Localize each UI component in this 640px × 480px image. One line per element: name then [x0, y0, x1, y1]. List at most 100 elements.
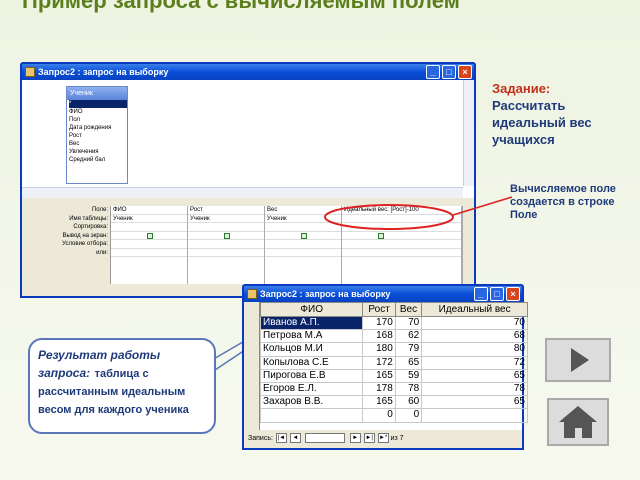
- grid-cell[interactable]: [111, 223, 187, 232]
- table-cell[interactable]: 0: [362, 408, 396, 423]
- table-cell[interactable]: Пирогова Е.В: [259, 368, 364, 383]
- prev-record-button[interactable]: ◄: [289, 433, 301, 444]
- next-slide-button[interactable]: [545, 338, 611, 382]
- home-button[interactable]: [547, 398, 609, 446]
- field-list-item[interactable]: *: [69, 100, 127, 108]
- grid-cell[interactable]: [342, 223, 461, 232]
- table-cell[interactable]: 65: [421, 395, 528, 410]
- close-button-2[interactable]: ×: [506, 287, 520, 301]
- table-cell[interactable]: 165: [362, 368, 396, 383]
- table-cell[interactable]: 180: [362, 342, 396, 357]
- show-checkbox-cell[interactable]: [111, 232, 187, 240]
- table-row[interactable]: Кольцов М.И 180 79 80: [259, 342, 528, 357]
- field-list-item[interactable]: Дата рождения: [69, 124, 127, 132]
- table-row[interactable]: Пирогова Е.В 165 59 65: [259, 368, 528, 383]
- table-cell[interactable]: 78: [394, 381, 423, 397]
- first-record-button[interactable]: |◄: [275, 433, 287, 444]
- grid-cell[interactable]: Ученик: [265, 215, 341, 223]
- table-row[interactable]: Петрова М.А 168 62 68: [259, 329, 528, 344]
- show-checkbox[interactable]: [301, 232, 307, 239]
- table-row[interactable]: 00: [259, 408, 528, 423]
- table-cell[interactable]: 65: [394, 355, 423, 370]
- minimize-button-2[interactable]: _: [474, 287, 488, 301]
- table-cell[interactable]: 60: [394, 395, 423, 410]
- table-cell[interactable]: 168: [362, 329, 396, 344]
- table-cell[interactable]: 0: [394, 408, 423, 423]
- table-cell[interactable]: 178: [362, 381, 396, 397]
- show-checkbox-cell[interactable]: [265, 232, 341, 240]
- grid-cell[interactable]: [265, 240, 341, 249]
- grid-cell[interactable]: [265, 249, 341, 257]
- show-checkbox[interactable]: [378, 232, 384, 239]
- table-cell[interactable]: 172: [362, 355, 396, 370]
- table-cell[interactable]: 80: [421, 342, 528, 357]
- horizontal-scrollbar[interactable]: [22, 187, 463, 198]
- record-number-input[interactable]: [304, 433, 345, 444]
- field-list[interactable]: Ученик * ФИО Пол Дата рождения Рост Вес Увлече…: [66, 86, 128, 184]
- last-record-button[interactable]: ►|: [363, 433, 375, 444]
- grid-cell[interactable]: [111, 240, 187, 249]
- grid-row-label: Имя таблицы:: [69, 215, 108, 222]
- table-row[interactable]: Егоров Е.Л. 178 78 78: [259, 381, 528, 397]
- grid-cell[interactable]: Вес: [265, 206, 341, 215]
- grid-cell[interactable]: [188, 249, 264, 257]
- vertical-scrollbar[interactable]: [463, 80, 474, 186]
- table-cell[interactable]: 165: [362, 395, 396, 410]
- table-cell[interactable]: 170: [362, 315, 396, 331]
- grid-cell[interactable]: Ученик: [111, 215, 187, 223]
- table-cell[interactable]: 59: [394, 368, 423, 383]
- table-cell[interactable]: 70: [394, 315, 423, 331]
- next-record-button[interactable]: ►: [349, 433, 361, 444]
- column-header[interactable]: Идеальный вес: [421, 302, 528, 317]
- grid-cell[interactable]: [188, 223, 264, 232]
- table-cell[interactable]: 78: [421, 381, 528, 397]
- grid-cell[interactable]: [111, 249, 187, 257]
- table-row[interactable]: Копылова С.Е 172 65 72: [259, 355, 528, 370]
- table-cell[interactable]: Петрова М.А: [259, 329, 364, 344]
- table-cell[interactable]: 65: [421, 368, 528, 383]
- column-header[interactable]: Рост: [362, 302, 396, 317]
- table-cell[interactable]: Егоров Е.Л.: [259, 381, 364, 397]
- grid-cell[interactable]: [342, 215, 461, 223]
- table-cell[interactable]: 79: [394, 342, 423, 357]
- table-cell[interactable]: 72: [421, 355, 528, 370]
- grid-cell[interactable]: [342, 249, 461, 257]
- grid-cell[interactable]: [265, 223, 341, 232]
- record-selectors[interactable]: [244, 302, 260, 430]
- table-row[interactable]: Захаров В.В. 165 60 65: [259, 395, 528, 410]
- field-list-item[interactable]: Пол: [69, 116, 127, 124]
- table-cell[interactable]: 62: [394, 329, 423, 344]
- table-cell[interactable]: [259, 408, 364, 423]
- field-list-item[interactable]: ФИО: [69, 108, 127, 116]
- table-row[interactable]: Иванов А.П. 170 70 70: [259, 315, 528, 331]
- column-header[interactable]: ФИО: [259, 302, 364, 317]
- show-checkbox[interactable]: [147, 232, 153, 239]
- grid-cell[interactable]: Идеальный вес: [Рост]-100: [342, 206, 461, 215]
- close-button[interactable]: ×: [458, 65, 472, 79]
- table-cell[interactable]: [421, 408, 528, 423]
- minimize-button[interactable]: _: [426, 65, 440, 79]
- grid-column-empty[interactable]: [462, 206, 463, 284]
- grid-cell[interactable]: Рост: [188, 206, 264, 215]
- table-cell[interactable]: Захаров В.В.: [259, 395, 364, 410]
- show-checkbox-cell[interactable]: [342, 232, 461, 240]
- field-list-item[interactable]: Увлечения: [69, 148, 127, 156]
- column-header[interactable]: Вес: [394, 302, 423, 317]
- table-cell[interactable]: 70: [421, 315, 528, 331]
- table-cell[interactable]: Кольцов М.И: [259, 342, 364, 357]
- field-list-item[interactable]: Рост: [69, 132, 127, 140]
- maximize-button[interactable]: □: [442, 65, 456, 79]
- maximize-button-2[interactable]: □: [490, 287, 504, 301]
- grid-cell[interactable]: [342, 240, 461, 249]
- table-cell[interactable]: Иванов А.П.: [259, 315, 364, 331]
- table-cell[interactable]: 68: [421, 329, 528, 344]
- show-checkbox-cell[interactable]: [188, 232, 264, 240]
- show-checkbox[interactable]: [224, 232, 230, 239]
- field-list-item[interactable]: Средний бал: [69, 156, 127, 164]
- table-cell[interactable]: Копылова С.Е: [259, 355, 364, 370]
- grid-cell[interactable]: [188, 240, 264, 249]
- field-list-item[interactable]: Вес: [69, 140, 127, 148]
- new-record-button[interactable]: ►*: [377, 433, 389, 444]
- grid-cell[interactable]: Ученик: [188, 215, 264, 223]
- grid-cell[interactable]: ФИО: [111, 206, 187, 215]
